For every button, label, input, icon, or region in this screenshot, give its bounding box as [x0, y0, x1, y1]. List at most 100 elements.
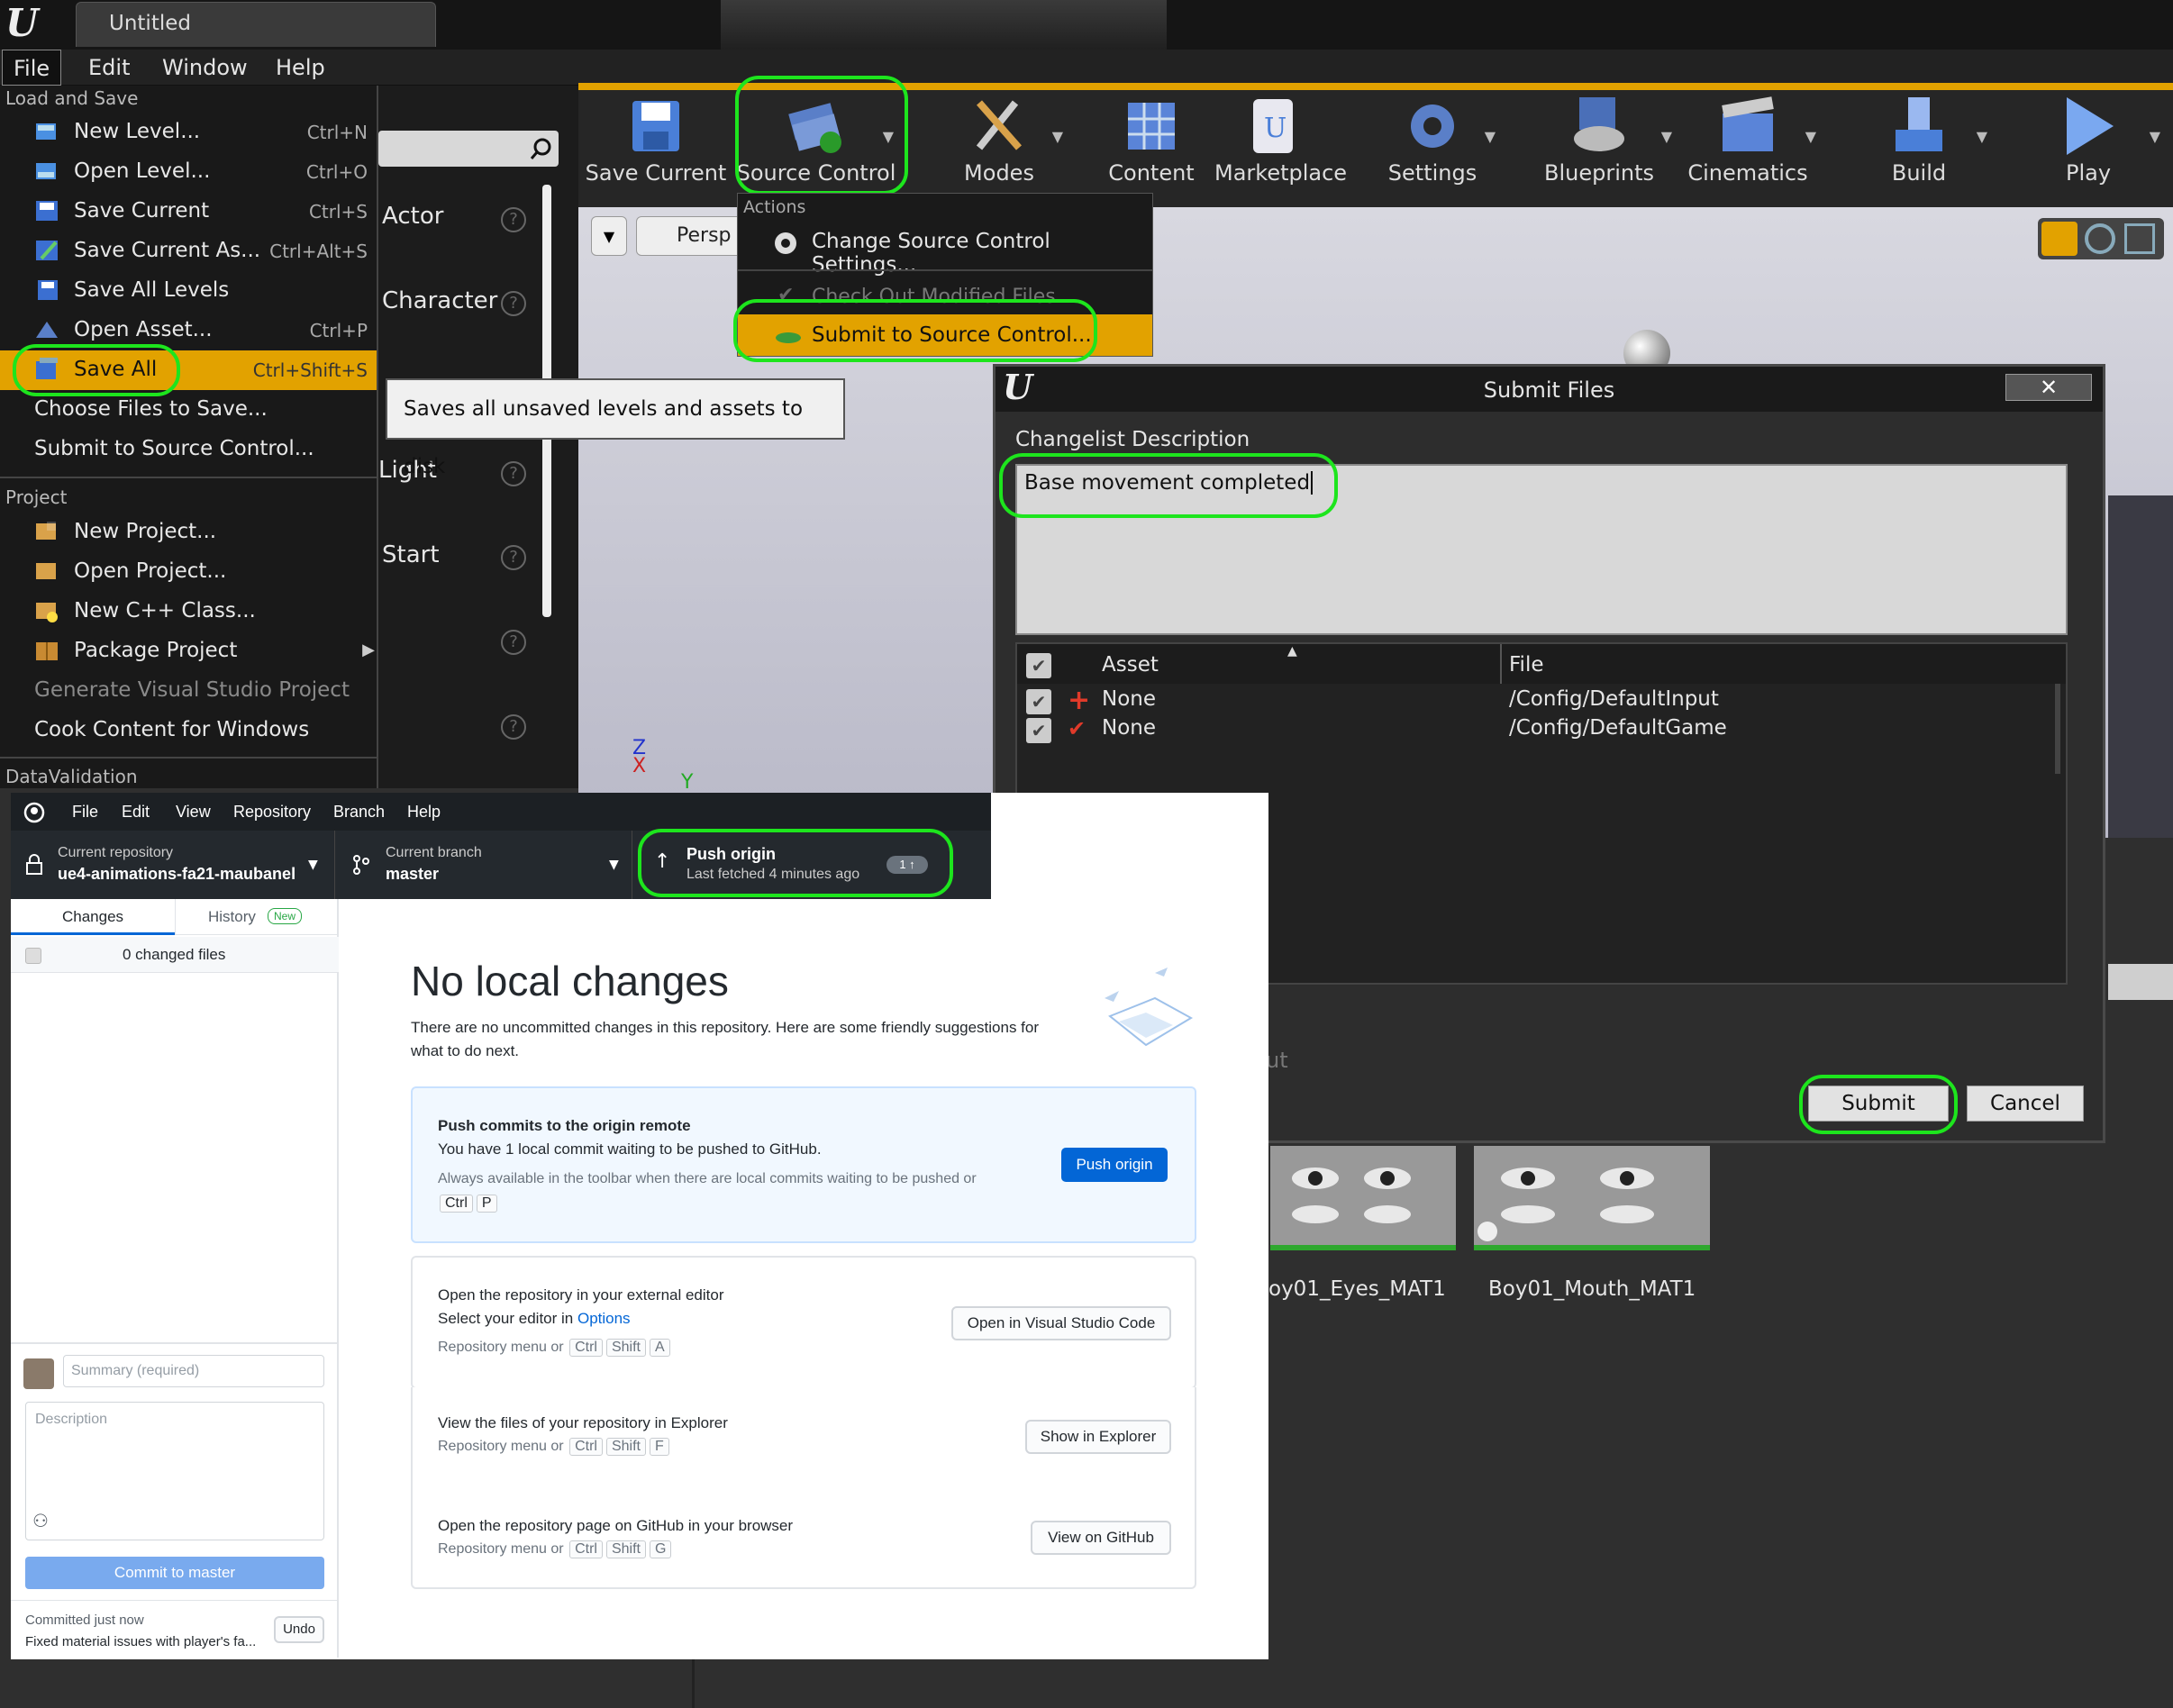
- gh-menu-repository[interactable]: Repository: [233, 793, 311, 831]
- place-search-input[interactable]: [378, 131, 559, 167]
- perspective-button[interactable]: Persp: [636, 216, 753, 256]
- save-all-tooltip: Saves all unsaved levels and assets to d…: [386, 378, 845, 478]
- card-push: Push commits to the origin remote You ha…: [411, 1086, 1196, 1243]
- tab-changes[interactable]: Changes: [11, 899, 175, 935]
- file-row[interactable]: ✔ ✔ None /Config/DefaultGame: [1017, 714, 2066, 743]
- menu-item-save-all-levels[interactable]: Save All Levels: [0, 271, 377, 311]
- view-on-github-button[interactable]: View on GitHub: [1031, 1521, 1171, 1555]
- key: Ctrl: [569, 1540, 603, 1558]
- svg-text:U: U: [1264, 113, 1287, 144]
- page-title: No local changes: [411, 958, 729, 1004]
- repository-selector[interactable]: Current repository ue4-animations-fa21-m…: [11, 831, 335, 899]
- description-input[interactable]: Description: [25, 1402, 324, 1540]
- key: A: [649, 1339, 670, 1357]
- branch-selector[interactable]: Current branch master ▼: [335, 831, 632, 899]
- menu-item-package-project[interactable]: Package Project ▶: [0, 631, 377, 671]
- move-tool-icon[interactable]: [2041, 222, 2078, 256]
- menu-item-new-project[interactable]: New Project...: [0, 513, 377, 552]
- help-icon[interactable]: ?: [501, 461, 526, 486]
- select-all-files-checkbox[interactable]: [25, 948, 41, 964]
- help-icon[interactable]: ?: [501, 714, 526, 740]
- toolbar-build[interactable]: Build ▼: [1856, 83, 1987, 207]
- menu-item-save-current[interactable]: Save Current Ctrl+S: [0, 192, 377, 232]
- lock-icon: [26, 854, 42, 875]
- add-coauthor-icon[interactable]: ⚇: [32, 1510, 49, 1531]
- scale-tool-icon[interactable]: [2124, 223, 2155, 254]
- menu-item-cook-content[interactable]: Cook Content for Windows: [0, 711, 377, 750]
- menu-item-new-level[interactable]: New Level... Ctrl+N: [0, 113, 377, 152]
- place-item-start[interactable]: Start: [382, 541, 440, 568]
- divider: [692, 1659, 695, 1708]
- title-strip: [721, 0, 1167, 50]
- menu-item-open-level[interactable]: Open Level... Ctrl+O: [0, 152, 377, 192]
- toolbar-content[interactable]: Content: [1088, 83, 1214, 207]
- summary-input[interactable]: Summary (required): [63, 1355, 324, 1387]
- dropdown-arrow-icon: ▼: [1976, 128, 1987, 145]
- tab-history[interactable]: History New: [175, 899, 339, 935]
- toolbar-save-current[interactable]: Save Current: [584, 83, 728, 207]
- key: Shift: [605, 1540, 646, 1558]
- help-icon[interactable]: ?: [501, 291, 526, 316]
- menu-edit[interactable]: Edit: [77, 50, 141, 86]
- modified-check-icon: ✔: [1068, 716, 1086, 741]
- menu-item-label: Submit to Source Control...: [34, 437, 314, 460]
- rotate-tool-icon[interactable]: [2085, 223, 2115, 254]
- side-strip: [2108, 964, 2173, 1000]
- row-checkbox[interactable]: ✔: [1026, 689, 1051, 714]
- gh-menu-edit[interactable]: Edit: [122, 793, 150, 831]
- tab-history-label: History: [208, 908, 256, 925]
- show-in-explorer-button[interactable]: Show in Explorer: [1025, 1420, 1171, 1454]
- undo-button[interactable]: Undo: [274, 1616, 324, 1643]
- row-file: /Config/DefaultInput: [1509, 687, 1719, 711]
- commit-button[interactable]: Commit to master: [25, 1557, 324, 1589]
- menu-item-open-project[interactable]: Open Project...: [0, 552, 377, 592]
- menu-help[interactable]: Help: [265, 50, 336, 86]
- toolbar-label: Content: [1108, 160, 1195, 186]
- menu-item-generate-vs[interactable]: Generate Visual Studio Project: [0, 671, 377, 711]
- row-asset: None: [1102, 716, 1157, 740]
- toolbar-modes[interactable]: Modes ▼: [935, 83, 1063, 207]
- toolbar-play[interactable]: Play ▼: [2025, 83, 2160, 207]
- file-row[interactable]: ✔ + None /Config/DefaultInput: [1017, 686, 2066, 714]
- list-scrollbar[interactable]: [2055, 684, 2060, 774]
- place-item-actor[interactable]: Actor: [382, 203, 443, 230]
- committed-message: Fixed material issues with player's fa..…: [25, 1634, 257, 1649]
- open-vscode-button[interactable]: Open in Visual Studio Code: [951, 1306, 1171, 1340]
- menu-item-change-settings[interactable]: Change Source Control Settings...: [738, 221, 1152, 277]
- cancel-button[interactable]: Cancel: [1967, 1086, 2084, 1122]
- row-checkbox[interactable]: ✔: [1026, 718, 1051, 743]
- toolbar-blueprints[interactable]: Blueprints ▼: [1532, 83, 1672, 207]
- asset-thumb-eyes[interactable]: [1270, 1146, 1456, 1250]
- gh-menu-branch[interactable]: Branch: [333, 793, 385, 831]
- close-button[interactable]: ✕: [2005, 374, 2092, 401]
- gh-menu-file[interactable]: File: [72, 793, 98, 831]
- menu-file[interactable]: File: [2, 50, 62, 86]
- place-item-character[interactable]: Character: [382, 287, 497, 314]
- menu-item-save-current-as[interactable]: Save Current As... Ctrl+Alt+S: [0, 232, 377, 271]
- menu-item-new-cpp-class[interactable]: New C++ Class...: [0, 592, 377, 631]
- help-icon[interactable]: ?: [501, 545, 526, 570]
- menu-window[interactable]: Window: [151, 50, 259, 86]
- toolbar-label: Play: [2065, 160, 2112, 186]
- help-icon[interactable]: ?: [501, 630, 526, 655]
- material-icon: [1477, 1222, 1497, 1241]
- menu-item-label: Package Project: [74, 639, 238, 662]
- gh-menu-view[interactable]: View: [176, 793, 211, 831]
- help-icon[interactable]: ?: [501, 207, 526, 232]
- asset-thumb-mouth[interactable]: [1474, 1146, 1710, 1250]
- file-menu-dropdown: Load and Save New Level... Ctrl+N Open Le…: [0, 86, 378, 788]
- menu-item-submit-source-control[interactable]: Submit to Source Control...: [0, 430, 377, 469]
- toolbar-cinematics[interactable]: Cinematics ▼: [1685, 83, 1816, 207]
- options-link[interactable]: Options: [577, 1310, 631, 1327]
- toolbar-settings[interactable]: Settings ▼: [1369, 83, 1496, 207]
- push-origin-button[interactable]: Push origin: [1061, 1148, 1168, 1182]
- column-asset[interactable]: Asset: [1102, 653, 1159, 677]
- asset-label-mouth[interactable]: Boy01_Mouth_MAT1: [1488, 1277, 1696, 1301]
- toolbar-label: Build: [1891, 160, 1947, 186]
- level-tab[interactable]: Untitled: [76, 2, 436, 47]
- viewport-options-button[interactable]: ▼: [591, 216, 627, 256]
- toolbar-marketplace[interactable]: U Marketplace: [1214, 83, 1347, 207]
- select-all-checkbox[interactable]: ✔: [1026, 653, 1051, 678]
- asset-label-eyes[interactable]: oy01_Eyes_MAT1: [1268, 1277, 1446, 1301]
- gh-menu-help[interactable]: Help: [407, 793, 441, 831]
